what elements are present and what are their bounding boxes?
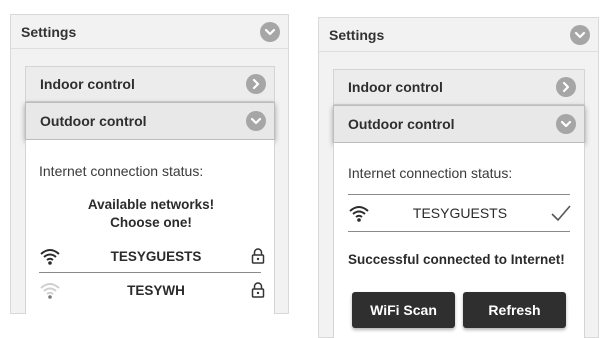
outdoor-control-content: Internet connection status: TESYGUESTS S… — [333, 143, 585, 338]
network-item-tesywh[interactable]: TESYWH — [39, 278, 265, 302]
lock-icon — [251, 247, 265, 265]
outdoor-control-content: Internet connection status: Available ne… — [25, 140, 275, 314]
settings-header[interactable]: Settings — [319, 18, 598, 52]
settings-title: Settings — [329, 26, 385, 43]
outdoor-control-label: Outdoor control — [40, 113, 147, 129]
status-bottom-divider — [348, 231, 570, 232]
status-top-divider — [348, 194, 570, 195]
outdoor-control-row[interactable]: Outdoor control — [333, 105, 585, 143]
wifi-scan-button[interactable]: WiFi Scan — [352, 292, 455, 328]
chevron-right-icon[interactable] — [246, 74, 266, 94]
available-networks-heading: Available networks! Choose one! — [26, 196, 276, 232]
wifi-icon — [39, 280, 61, 300]
indoor-control-label: Indoor control — [348, 79, 443, 95]
available-networks-line1: Available networks! — [87, 197, 215, 212]
chevron-down-icon[interactable] — [260, 21, 280, 42]
indoor-control-row[interactable]: Indoor control — [25, 66, 275, 102]
settings-header[interactable]: Settings — [11, 15, 288, 49]
network-item-tesyguests[interactable]: TESYGUESTS — [39, 244, 265, 268]
network-name: TESYWH — [127, 282, 185, 298]
chevron-down-icon[interactable] — [556, 114, 576, 134]
connected-network-name: TESYGUESTS — [412, 205, 508, 221]
refresh-button[interactable]: Refresh — [463, 292, 566, 328]
available-networks-line2: Choose one! — [110, 215, 192, 230]
lock-icon — [251, 281, 265, 299]
outdoor-control-label: Outdoor control — [348, 116, 455, 132]
indoor-control-row[interactable]: Indoor control — [333, 69, 585, 105]
connected-network-row: TESYGUESTS — [348, 201, 572, 225]
chevron-right-icon[interactable] — [556, 77, 576, 97]
network-name: TESYGUESTS — [110, 248, 202, 264]
connection-status-label: Internet connection status: — [39, 163, 204, 179]
success-message: Successful connected to Internet! — [348, 252, 565, 267]
outdoor-control-row[interactable]: Outdoor control — [25, 102, 275, 140]
chevron-down-icon[interactable] — [570, 24, 590, 45]
indoor-control-label: Indoor control — [40, 76, 135, 92]
network-divider — [39, 272, 261, 273]
chevron-down-icon[interactable] — [246, 111, 266, 131]
connection-status-label: Internet connection status: — [348, 165, 513, 181]
settings-title: Settings — [21, 23, 77, 40]
wifi-icon — [348, 203, 370, 223]
wifi-icon — [39, 246, 61, 266]
checkmark-icon — [550, 203, 572, 223]
